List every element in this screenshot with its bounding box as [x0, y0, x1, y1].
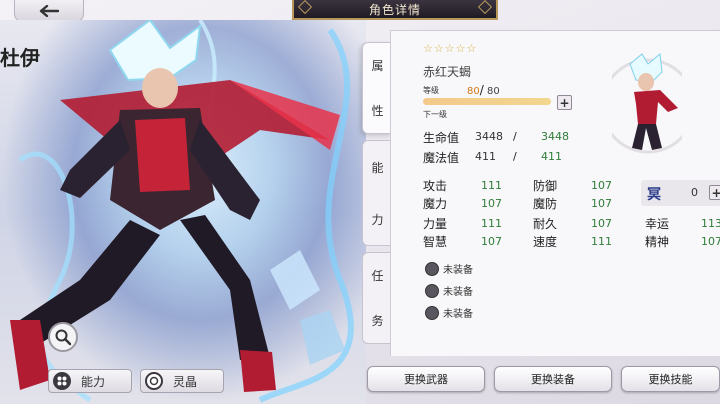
hp-max: 3448 — [541, 130, 569, 143]
rune-glyph: 冥 — [647, 187, 661, 203]
change-skill-button[interactable]: 更换技能 — [621, 366, 720, 392]
mp-current: 411 — [475, 150, 496, 163]
ability-icon — [53, 372, 71, 390]
level-label: 等级 — [423, 86, 439, 95]
star-rating: ☆☆☆☆☆ — [423, 42, 478, 55]
stat-label-magic: 魔力 — [423, 197, 448, 211]
stat-value-strength: 111 — [481, 217, 502, 230]
level-max: 80 — [486, 86, 500, 97]
change-skill-label: 更换技能 — [648, 373, 693, 386]
accessory-slot-icon — [425, 305, 439, 320]
stat-value-wisdom: 107 — [481, 235, 502, 248]
stat-value-speed: 111 — [591, 235, 612, 248]
stat-label-luck: 幸运 — [645, 217, 670, 231]
change-equipment-label: 更换装备 — [531, 373, 575, 386]
equipment-slot-3-label: 未装备 — [443, 309, 473, 320]
stat-value-spirit: 107 — [701, 235, 720, 248]
tab-attributes[interactable]: 属 性 — [362, 42, 392, 134]
next-level-label: 下一级 — [423, 110, 447, 119]
character-name: 杜伊 — [0, 46, 40, 70]
armor-slot-icon — [425, 283, 439, 298]
stat-value-luck: 113 — [701, 217, 720, 230]
ability-tab-label: 能力 — [81, 374, 106, 389]
tab-quests[interactable]: 任 务 — [362, 252, 392, 344]
hp-row: 生命值 3448 / 3448 — [423, 129, 569, 146]
mp-row: 魔法值 411 / 411 — [423, 149, 562, 166]
plus-icon: + — [711, 185, 720, 200]
stat-label-magic-defense: 魔防 — [533, 197, 558, 211]
hp-current: 3448 — [475, 130, 503, 143]
exp-bar-fill — [423, 98, 551, 105]
tab-attributes-char-1: 属 — [371, 59, 384, 73]
tab-abilities[interactable]: 能 力 — [362, 140, 392, 246]
plus-icon: + — [559, 95, 570, 110]
class-name: 赤红天蝎 — [423, 65, 472, 79]
hp-separator: / — [513, 130, 517, 143]
equipment-slot-1[interactable]: 未装备 — [425, 261, 473, 276]
exp-bar — [423, 98, 551, 105]
stat-label-strength: 力量 — [423, 217, 448, 231]
tab-abilities-char-1: 能 — [371, 160, 384, 175]
stat-value-defense: 107 — [591, 179, 612, 192]
equipment-slot-2-label: 未装备 — [443, 287, 473, 298]
level-separator: / — [479, 83, 484, 97]
magnifier-icon — [55, 329, 72, 346]
hp-label: 生命值 — [423, 131, 460, 145]
level-up-button[interactable]: + — [557, 95, 572, 110]
page-title-text: 角色详情 — [368, 2, 421, 17]
ability-tab-button[interactable]: 能力 — [48, 369, 132, 393]
level-current: 80 — [467, 86, 480, 97]
tab-quests-char-2: 务 — [371, 314, 384, 328]
back-button[interactable] — [14, 0, 84, 22]
equipment-slot-3[interactable]: 未装备 — [425, 305, 473, 320]
tab-attributes-char-2: 性 — [371, 104, 384, 118]
level-value: 80/ 80 — [467, 83, 500, 97]
weapon-slot-icon — [425, 261, 439, 276]
stat-label-attack: 攻击 — [423, 179, 448, 193]
character-chibi-portrait — [612, 53, 682, 154]
equipment-slot-1-label: 未装备 — [443, 265, 473, 276]
stat-label-endurance: 耐久 — [533, 217, 558, 231]
back-arrow-icon — [39, 4, 59, 17]
zoom-button[interactable] — [48, 322, 78, 352]
equipment-slot-2[interactable]: 未装备 — [425, 283, 473, 298]
stat-value-endurance: 107 — [591, 217, 612, 230]
stat-label-spirit: 精神 — [645, 235, 670, 249]
mp-max: 411 — [541, 150, 562, 163]
stat-value-attack: 111 — [481, 179, 502, 192]
mp-label: 魔法值 — [423, 151, 460, 165]
page-title: 角色详情 — [292, 0, 498, 20]
change-equipment-button[interactable]: 更换装备 — [494, 366, 612, 392]
stat-label-wisdom: 智慧 — [423, 235, 448, 249]
crystal-tab-button[interactable]: 灵晶 — [140, 369, 224, 393]
crystal-icon — [145, 372, 163, 390]
change-weapon-label: 更换武器 — [404, 373, 448, 386]
change-weapon-button[interactable]: 更换武器 — [367, 366, 485, 392]
crystal-tab-label: 灵晶 — [173, 374, 198, 389]
character-artwork: 杜伊 — [0, 20, 366, 404]
stat-label-defense: 防御 — [533, 179, 558, 193]
tab-abilities-char-2: 力 — [371, 212, 384, 227]
stat-value-magic-defense: 107 — [591, 197, 612, 210]
stat-label-speed: 速度 — [533, 235, 558, 249]
rune-count: 0 — [691, 186, 698, 199]
stat-value-magic: 107 — [481, 197, 502, 210]
add-rune-button[interactable]: + — [709, 185, 720, 200]
tab-quests-char-1: 任 — [371, 269, 384, 283]
mp-separator: / — [513, 150, 517, 163]
